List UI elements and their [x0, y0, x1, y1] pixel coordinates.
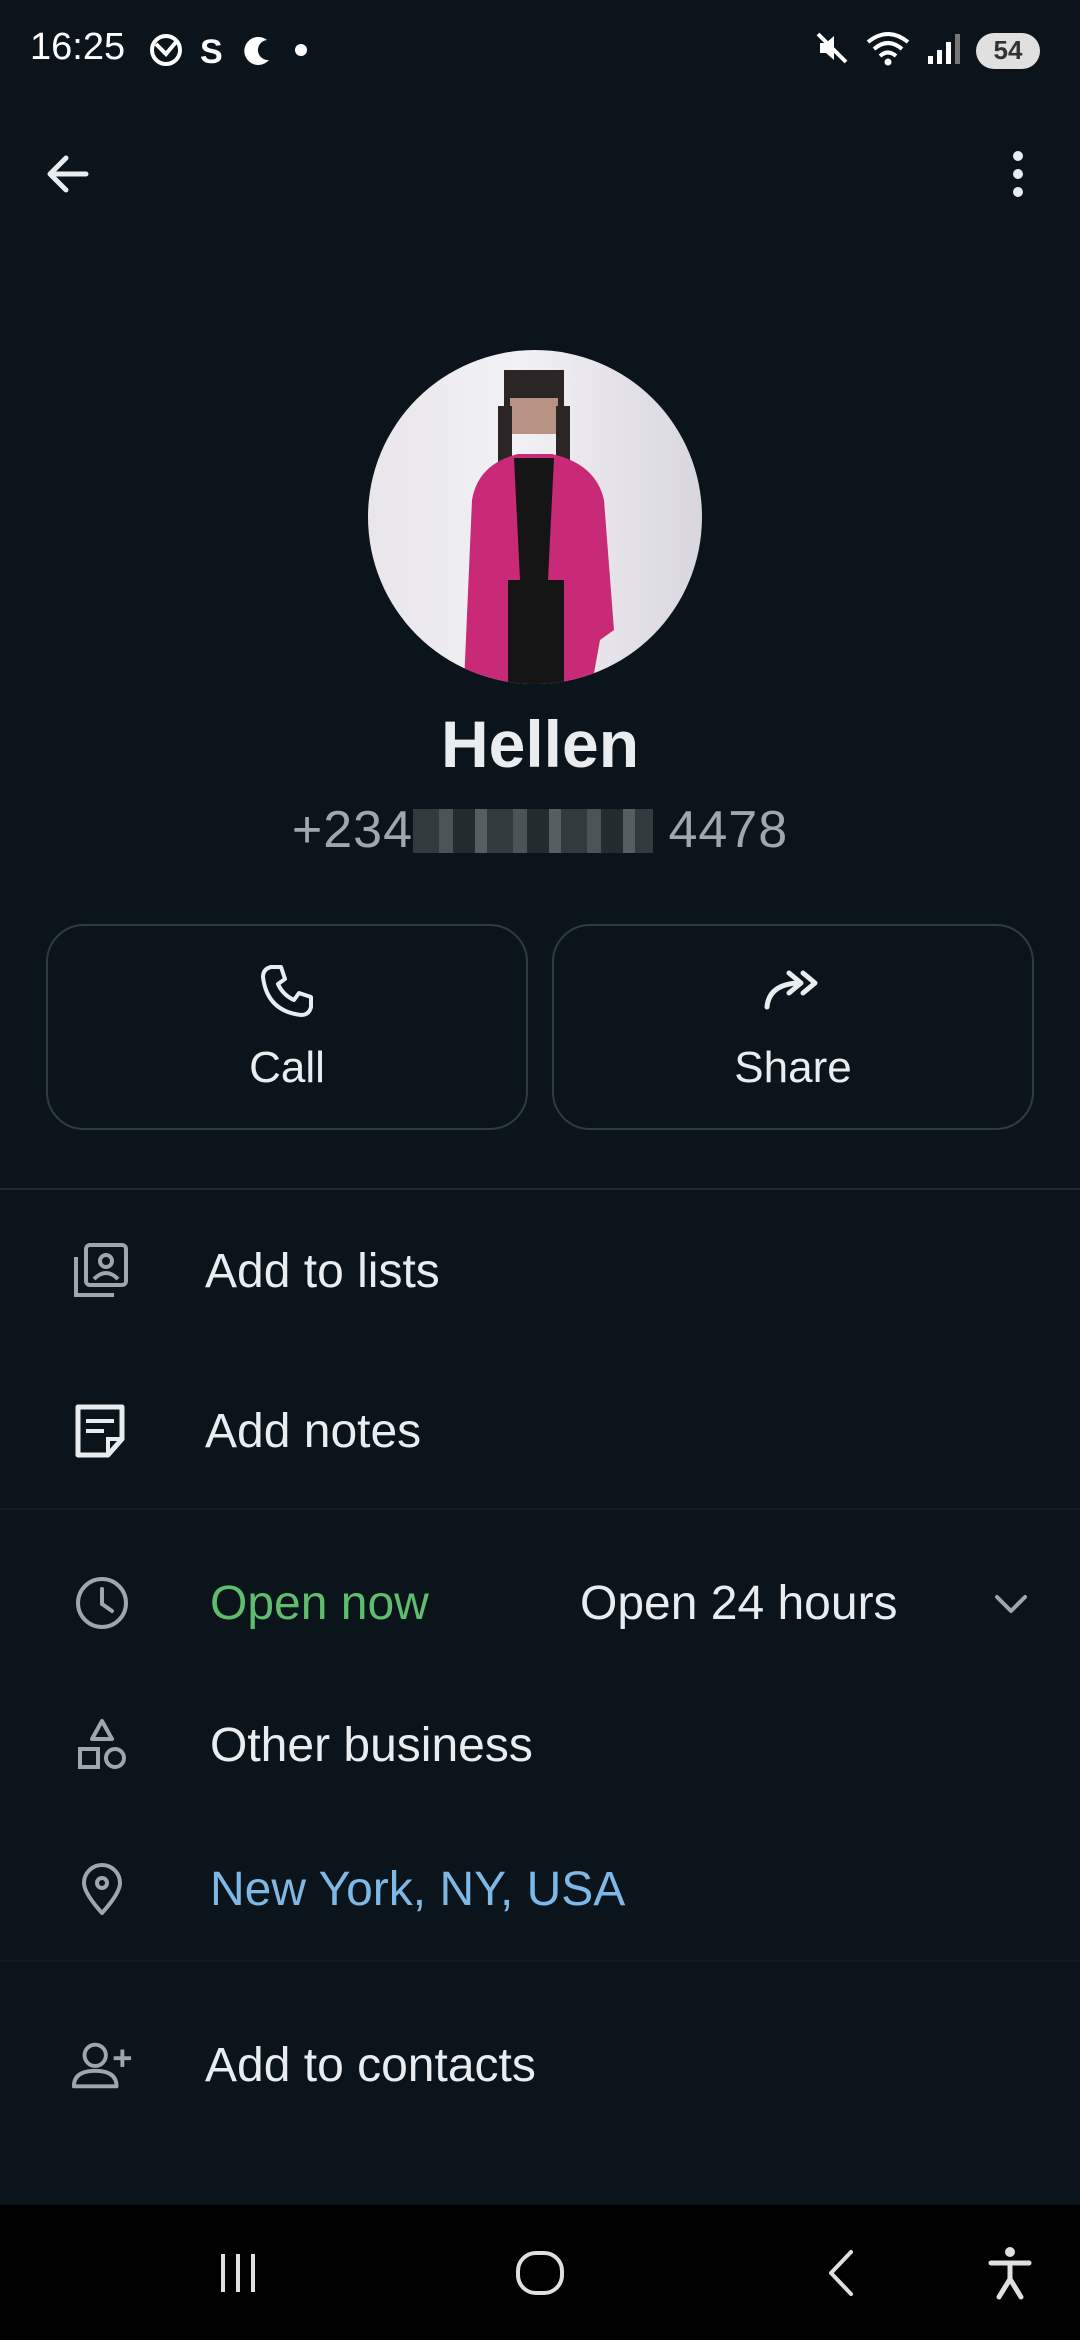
share-button[interactable]: Share	[552, 924, 1034, 1130]
add-notes-label: Add notes	[205, 1404, 422, 1458]
back-button[interactable]	[36, 142, 100, 206]
phone-icon	[261, 965, 313, 1017]
profile-photo	[464, 370, 614, 684]
accessibility-button[interactable]	[960, 2225, 1060, 2321]
add-to-contacts-label: Add to contacts	[205, 2038, 536, 2092]
open-status: Open now	[210, 1576, 429, 1630]
section-divider	[0, 1960, 1080, 1962]
phone-redaction	[413, 809, 653, 853]
add-person-icon	[70, 2033, 134, 2097]
sync-icon	[146, 30, 186, 75]
section-divider	[0, 1508, 1080, 1510]
wifi-icon	[864, 28, 912, 73]
more-options-button[interactable]	[986, 142, 1050, 206]
avatar[interactable]	[368, 350, 702, 684]
clock-icon	[70, 1571, 134, 1635]
recent-apps-icon	[221, 2254, 255, 2292]
hours-value: Open 24 hours	[580, 1576, 898, 1630]
share-label: Share	[734, 1043, 852, 1092]
s-app-icon: S	[200, 33, 223, 71]
add-to-lists-label: Add to lists	[205, 1244, 440, 1298]
shapes-icon	[70, 1713, 134, 1777]
status-time: 16:25	[30, 26, 126, 68]
back-nav-button[interactable]	[792, 2225, 892, 2321]
contact-phone[interactable]: +234 4478	[0, 800, 1080, 860]
phone-suffix: 4478	[668, 801, 789, 859]
business-category: Other business	[210, 1718, 533, 1772]
status-system-icons: 54	[812, 28, 1040, 73]
recent-apps-button[interactable]	[188, 2225, 288, 2321]
add-to-contacts-row[interactable]: Add to contacts	[0, 2010, 1080, 2120]
status-bar: 16:25 S 54	[0, 0, 1080, 100]
home-button[interactable]	[490, 2225, 590, 2321]
contact-name: Hellen	[440, 707, 640, 781]
business-contact-screen: 16:25 S 54 Hellen +234 4478 Call Share A…	[0, 0, 1080, 2340]
call-button[interactable]: Call	[46, 924, 528, 1130]
chevron-left-icon	[829, 2250, 853, 2296]
contact-list-icon	[68, 1239, 132, 1303]
more-vert-icon	[1013, 151, 1023, 197]
system-navigation-bar	[0, 2205, 1080, 2340]
call-label: Call	[249, 1043, 325, 1092]
mute-icon	[812, 28, 852, 73]
add-notes-row[interactable]: Add notes	[0, 1376, 1080, 1486]
business-hours-row[interactable]: Open now Open 24 hours	[0, 1548, 1080, 1658]
dot-icon	[291, 40, 311, 65]
location-pin-icon	[70, 1857, 134, 1921]
location-link[interactable]: New York, NY, USA	[210, 1862, 625, 1917]
arrow-left-icon	[47, 155, 89, 193]
chevron-down-icon[interactable]	[986, 1578, 1036, 1628]
home-icon	[516, 2251, 564, 2295]
signal-icon	[924, 28, 964, 73]
status-notification-icons: S	[146, 30, 311, 75]
add-to-lists-row[interactable]: Add to lists	[0, 1216, 1080, 1326]
battery-indicator: 54	[976, 32, 1040, 69]
accessibility-icon	[988, 2247, 1032, 2300]
note-icon	[68, 1399, 132, 1463]
forward-icon	[764, 970, 818, 1010]
location-row[interactable]: New York, NY, USA	[0, 1834, 1080, 1944]
section-divider	[0, 1188, 1080, 1190]
phone-prefix: +234	[291, 801, 413, 859]
moon-app-icon	[237, 30, 277, 75]
business-category-row: Other business	[0, 1690, 1080, 1800]
